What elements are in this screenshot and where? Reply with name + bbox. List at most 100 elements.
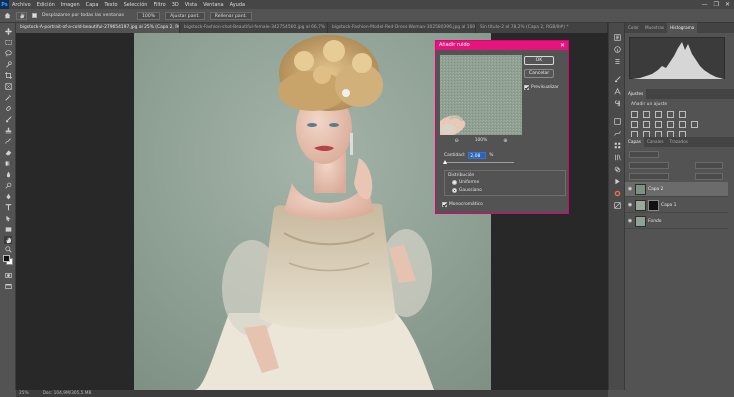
fill-field[interactable] [695, 173, 723, 180]
tab-trazados[interactable]: Trazados [667, 137, 691, 147]
libraries-panel-icon[interactable] [613, 153, 621, 161]
menu-texto[interactable]: Texto [101, 2, 120, 8]
paths-panel-icon[interactable] [613, 129, 621, 137]
opacity-field[interactable] [695, 162, 723, 169]
gradient-tool-icon[interactable] [4, 159, 12, 167]
tab-document-4[interactable]: Sin título-2 al 78,2% (Capa 2, RGB/8#) * [476, 23, 608, 33]
gaussian-option[interactable]: Gaussiano [452, 188, 482, 193]
channel-mixer-icon[interactable] [679, 121, 686, 128]
layer-mask-thumbnail[interactable] [648, 199, 659, 211]
properties-panel-icon[interactable] [613, 57, 621, 65]
photoshop-logo[interactable]: Ps [0, 0, 9, 9]
menu-seleccion[interactable]: Selección [121, 2, 151, 8]
fill-screen-button[interactable]: Rellenar pant. [209, 11, 252, 20]
brightness-contrast-icon[interactable] [631, 111, 638, 118]
tab-document-1[interactable]: bigstock-A-portrait-of-a-cold-beautiful-… [16, 23, 180, 33]
brush-panel-icon[interactable] [613, 75, 621, 83]
layer-name[interactable]: Capa 1 [661, 203, 676, 208]
black-white-icon[interactable] [655, 121, 662, 128]
layer-name[interactable]: Capa 2 [648, 187, 663, 192]
zoom-in-icon[interactable]: ⊕ [503, 138, 507, 144]
path-selection-tool-icon[interactable] [4, 214, 12, 222]
photo-filter-icon[interactable] [667, 121, 674, 128]
curves-icon[interactable] [655, 111, 662, 118]
layer-row[interactable]: ◉ Capa 2 [625, 182, 728, 197]
hue-saturation-icon[interactable] [631, 121, 638, 128]
blend-mode-dropdown[interactable] [629, 162, 669, 169]
info-panel-icon[interactable] [613, 45, 621, 53]
menu-3d[interactable]: 3D [169, 2, 182, 8]
monochromatic-option[interactable]: Monocromático [442, 202, 483, 207]
frame-tool-icon[interactable] [4, 82, 12, 90]
visibility-eye-icon[interactable]: ◉ [625, 186, 635, 192]
layer-row[interactable]: ◉ Fondo [625, 214, 728, 229]
tab-canales[interactable]: Canales [644, 137, 667, 147]
crop-tool-icon[interactable] [4, 71, 12, 79]
color-lookup-icon[interactable] [691, 121, 698, 128]
menu-imagen[interactable]: Imagen [58, 2, 83, 8]
swatches-panel-icon[interactable] [613, 141, 621, 149]
amount-slider-thumb[interactable] [443, 160, 448, 164]
close-window-button[interactable]: ✕ [725, 1, 730, 8]
clone-stamp-tool-icon[interactable] [4, 126, 12, 134]
menu-vista[interactable]: Vista [182, 2, 200, 8]
menu-ayuda[interactable]: Ayuda [227, 2, 248, 8]
quick-mask-icon[interactable] [4, 271, 12, 279]
quick-selection-tool-icon[interactable] [4, 60, 12, 68]
move-tool-icon[interactable] [4, 27, 12, 35]
hand-tool-icon[interactable] [4, 236, 12, 244]
menu-archivo[interactable]: Archivo [9, 2, 34, 8]
color-balance-icon[interactable] [643, 121, 650, 128]
character-panel-icon[interactable] [613, 87, 621, 95]
uniform-option[interactable]: Uniforme [452, 180, 479, 185]
pen-tool-icon[interactable] [4, 192, 12, 200]
marquee-tool-icon[interactable] [4, 38, 12, 46]
actions-panel-icon[interactable] [613, 177, 621, 185]
foreground-color-swatch[interactable] [3, 255, 10, 262]
layer-filter-dropdown[interactable] [629, 151, 659, 158]
paragraph-panel-icon[interactable] [613, 99, 621, 107]
lasso-tool-icon[interactable] [4, 49, 12, 57]
tab-document-2[interactable]: bigstock-Fashion-shot-Beautiful-female-3… [180, 23, 328, 33]
screen-mode-icon[interactable] [4, 282, 12, 290]
amount-slider-track[interactable] [444, 162, 514, 163]
blur-tool-icon[interactable] [4, 170, 12, 178]
history-brush-tool-icon[interactable] [4, 137, 12, 145]
type-tool-icon[interactable] [4, 203, 12, 211]
dialog-preview[interactable] [440, 55, 522, 135]
restore-button[interactable]: ❐ [714, 1, 719, 8]
home-icon[interactable] [3, 12, 11, 20]
brush-tool-icon[interactable] [4, 115, 12, 123]
gaussian-radio[interactable] [452, 188, 457, 193]
zoom-out-icon[interactable]: ⊖ [455, 138, 459, 144]
menu-edicion[interactable]: Edición [34, 2, 58, 8]
ok-button[interactable]: OK [524, 56, 554, 65]
tab-ajustes[interactable]: Ajustes [625, 89, 647, 99]
hand-tool-preset-icon[interactable] [16, 11, 27, 20]
preview-checkbox[interactable] [524, 85, 529, 90]
minimize-button[interactable]: — [702, 1, 708, 8]
visibility-eye-icon[interactable]: ◉ [625, 218, 635, 224]
cancel-button[interactable]: Cancelar [524, 69, 554, 78]
history-panel-icon[interactable] [613, 33, 621, 41]
menu-capa[interactable]: Capa [83, 2, 102, 8]
vibrance-icon[interactable] [679, 111, 686, 118]
amount-input[interactable]: 2,08 [468, 152, 487, 159]
tab-capas[interactable]: Capas [625, 137, 644, 147]
preview-toggle[interactable]: Previsualizar [524, 85, 559, 90]
visibility-eye-icon[interactable]: ◉ [625, 202, 635, 208]
tab-histograma[interactable]: Histograma [667, 23, 698, 33]
rectangle-tool-icon[interactable] [4, 225, 12, 233]
zoom-tool-icon[interactable] [4, 245, 12, 253]
tab-document-3[interactable]: bigstock-Fashion-Model-Red-Dress-Woman-3… [328, 23, 476, 33]
zoom-readout[interactable]: 25% [19, 391, 29, 396]
dodge-tool-icon[interactable] [4, 181, 12, 189]
tab-color[interactable]: Color [625, 23, 642, 33]
exposure-icon[interactable] [667, 111, 674, 118]
adjustment-presets-icon[interactable] [613, 189, 621, 197]
tab-muestras[interactable]: Muestras [642, 23, 667, 33]
healing-brush-tool-icon[interactable] [4, 104, 12, 112]
levels-icon[interactable] [643, 111, 650, 118]
uniform-radio[interactable] [452, 180, 457, 185]
gradients-panel-icon[interactable] [613, 201, 621, 209]
